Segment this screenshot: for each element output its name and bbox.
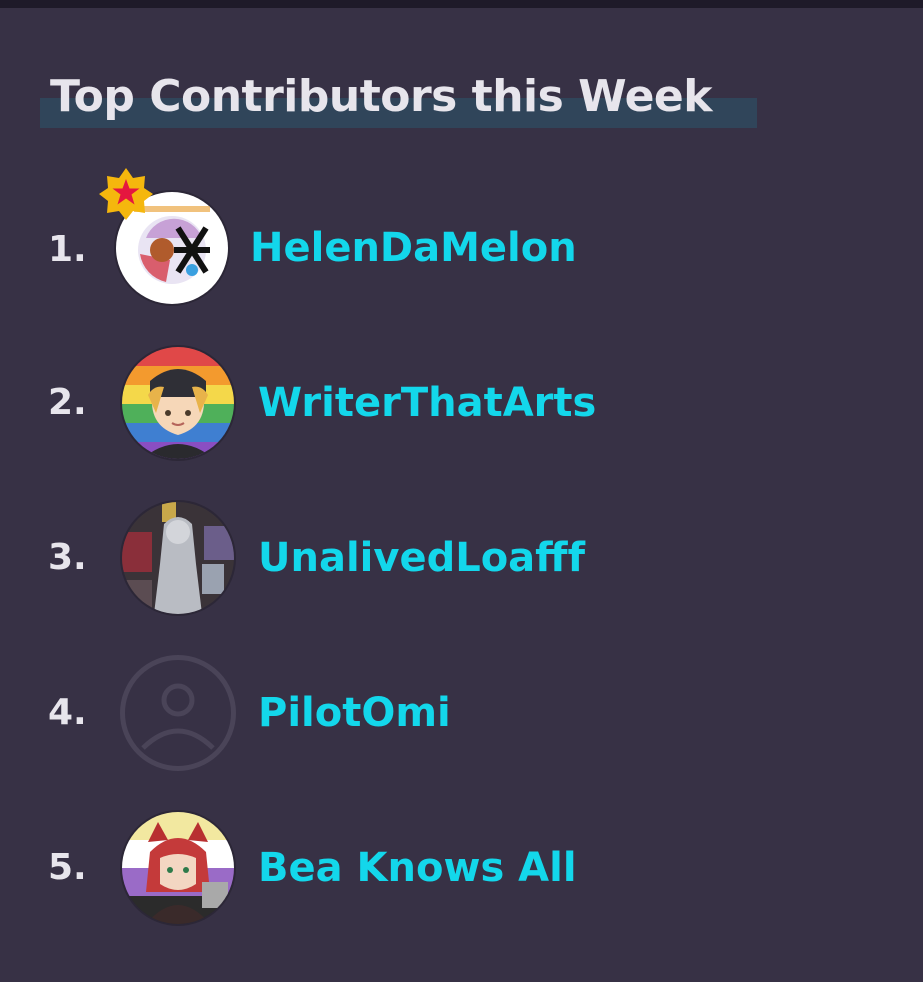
header: Top Contributors this Week <box>40 66 757 128</box>
contributor-row-4[interactable]: 4. PilotOmi <box>0 655 923 775</box>
rank-label: 1. <box>48 229 87 270</box>
contributor-row-2[interactable]: 2. WriterThatArts <box>0 345 923 465</box>
contributor-row-3[interactable]: 3. UnalivedLoafff <box>0 500 923 620</box>
contributor-name[interactable]: UnalivedLoafff <box>258 530 585 586</box>
contributor-row-5[interactable]: 5. Bea Knows All <box>0 810 923 930</box>
page-title: Top Contributors this Week <box>50 71 713 122</box>
rank-label: 4. <box>48 692 87 733</box>
red-hair-portrait-avatar-icon[interactable] <box>120 810 236 926</box>
rank-label: 5. <box>48 847 87 888</box>
contributor-name[interactable]: Bea Knows All <box>258 840 577 896</box>
star-badge-icon <box>99 168 153 220</box>
default-user-icon[interactable] <box>120 655 236 771</box>
gray-figure-avatar-icon[interactable] <box>120 500 236 616</box>
rainbow-portrait-avatar-icon[interactable] <box>120 345 236 461</box>
rank-label: 2. <box>48 382 87 423</box>
rank-label: 3. <box>48 537 87 578</box>
contributor-name[interactable]: PilotOmi <box>258 685 451 741</box>
contributor-name[interactable]: HelenDaMelon <box>250 220 577 276</box>
top-bar <box>0 0 923 8</box>
contributor-name[interactable]: WriterThatArts <box>258 375 596 431</box>
